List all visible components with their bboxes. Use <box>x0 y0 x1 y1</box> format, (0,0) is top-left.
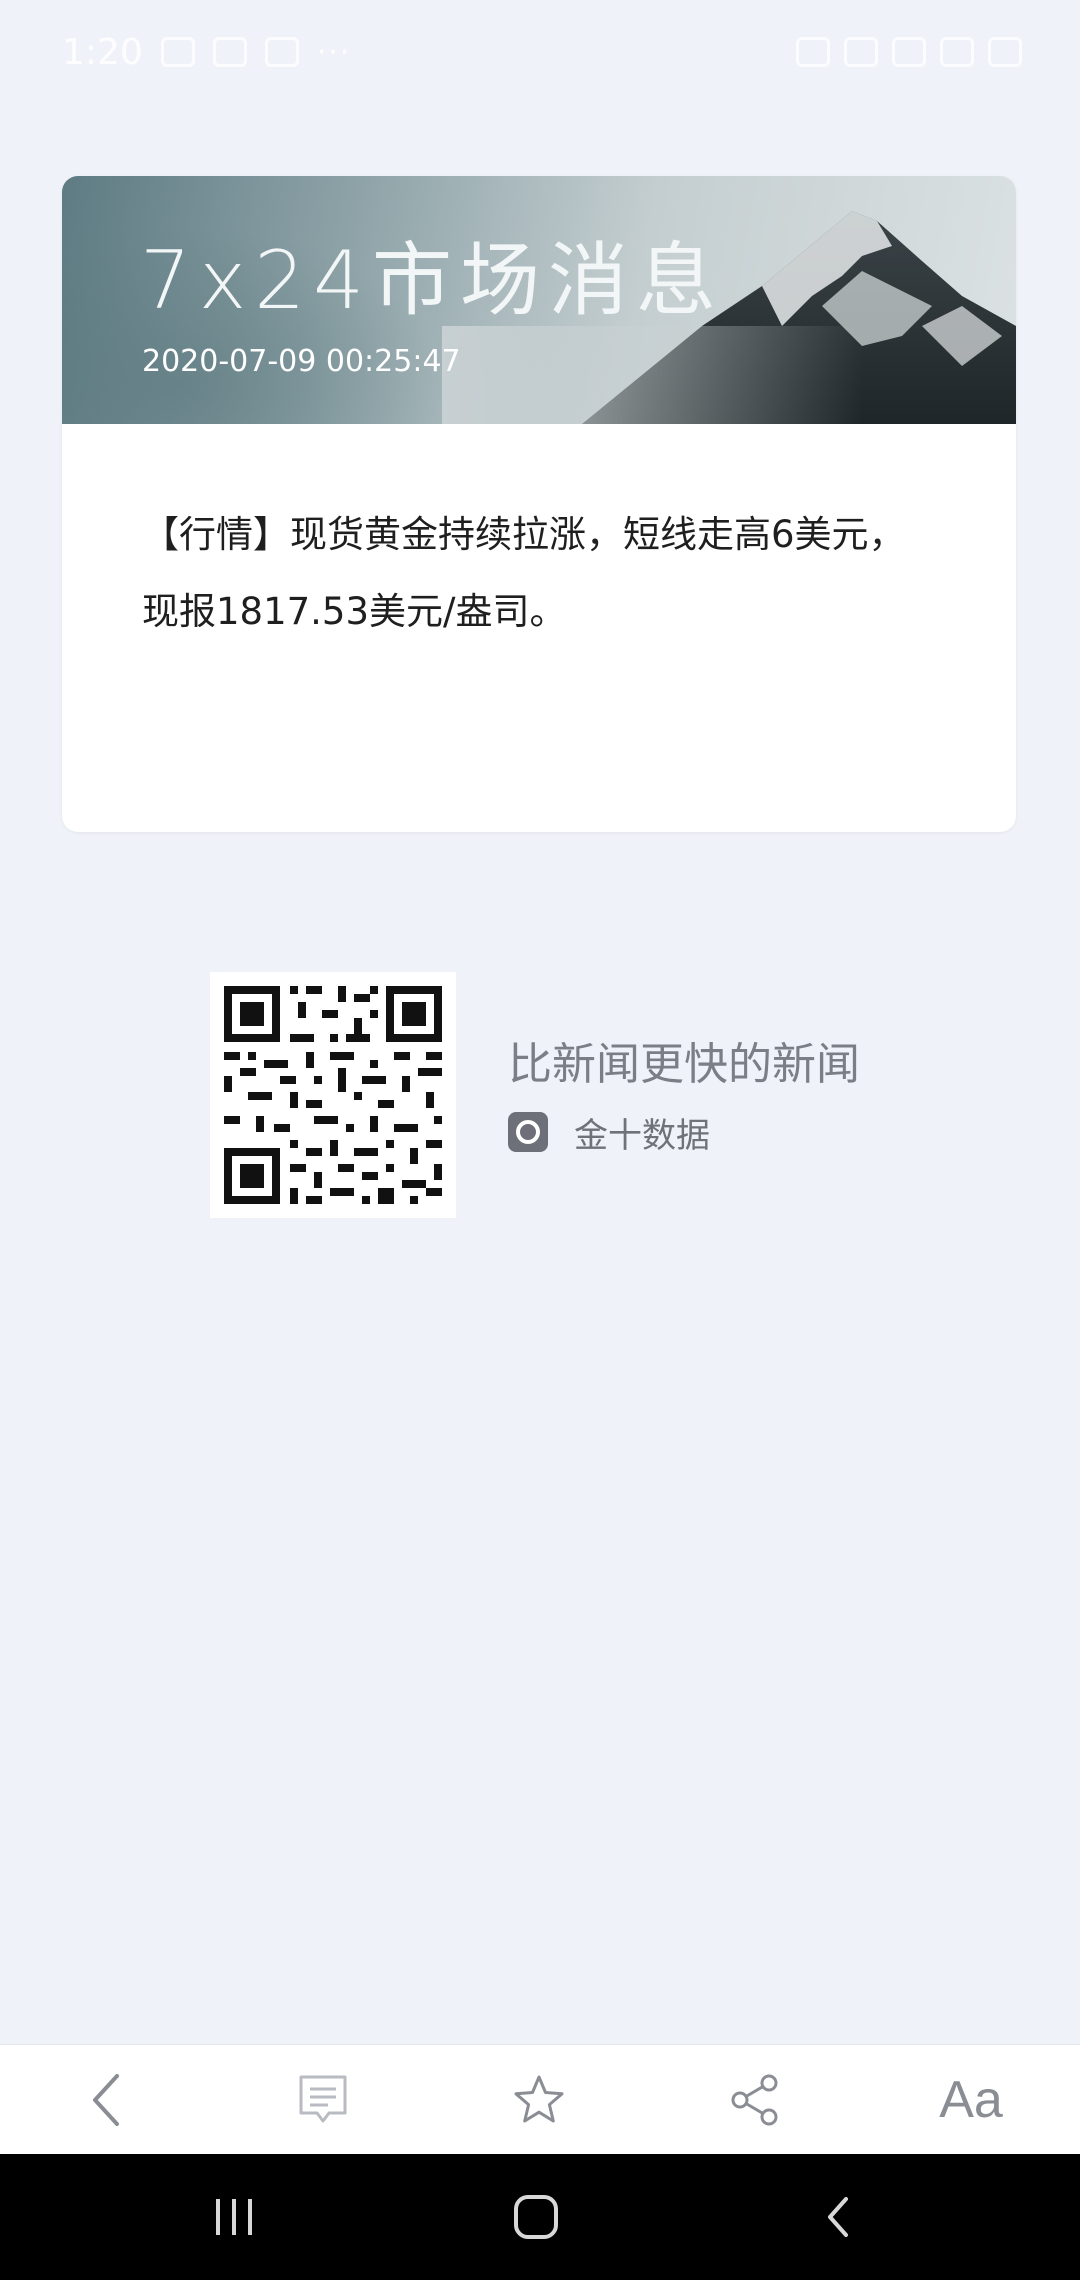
promo-block: 比新闻更快的新闻 金十数据 <box>210 972 910 1222</box>
back-button[interactable] <box>52 2045 162 2155</box>
more-notifications-icon: ··· <box>316 34 352 70</box>
banner-title: 7x24市场消息 <box>140 234 725 327</box>
wifi-icon <box>892 37 926 67</box>
alarm-icon <box>796 37 830 67</box>
back-icon <box>828 2197 848 2237</box>
qr-code <box>210 972 456 1218</box>
home-icon <box>514 2195 558 2239</box>
nav-back-button[interactable] <box>768 2154 908 2280</box>
status-bar: 1:20 ··· <box>0 0 1080 100</box>
system-nav-bar <box>0 2154 1080 2280</box>
status-time: 1:20 <box>62 31 143 73</box>
chevron-left-icon <box>93 2074 119 2126</box>
recents-icon <box>216 2199 252 2235</box>
promo-slogan: 比新闻更快的新闻 <box>508 1039 860 1090</box>
star-icon <box>514 2075 564 2123</box>
share-button[interactable] <box>700 2045 810 2155</box>
font-size-button[interactable]: Aa <box>916 2045 1026 2155</box>
news-card: 7x24市场消息 2020-07-09 00:25:47 【行情】现货黄金持续拉… <box>62 176 1016 832</box>
favorite-button[interactable] <box>484 2045 594 2155</box>
promo-brand: 金十数据 <box>508 1110 710 1156</box>
mute-icon <box>844 37 878 67</box>
comment-button[interactable] <box>268 2045 378 2155</box>
recents-button[interactable] <box>164 2154 304 2280</box>
signal-icon <box>940 37 974 67</box>
bottom-toolbar: Aa <box>0 2044 1080 2155</box>
qr-code-image <box>210 972 456 1218</box>
chat-notification-icon <box>160 37 195 67</box>
status-left: 1:20 ··· <box>62 26 351 78</box>
news-content: 【行情】现货黄金持续拉涨，短线走高6美元，现报1817.53美元/盎司。 <box>142 513 906 633</box>
home-button[interactable] <box>466 2154 606 2280</box>
brand-name: 金十数据 <box>574 1115 710 1156</box>
gallery-notification-icon <box>212 37 247 67</box>
status-right <box>796 30 1022 74</box>
battery-icon <box>988 37 1022 67</box>
font-size-label: Aa <box>939 2071 1003 2129</box>
jin10-logo-icon <box>508 1112 548 1152</box>
news-timestamp: 2020-07-09 00:25:47 <box>142 344 461 379</box>
banner-image: 7x24市场消息 2020-07-09 00:25:47 <box>62 176 1016 424</box>
twitter-notification-icon <box>264 37 299 67</box>
share-icon <box>731 2074 778 2126</box>
comment-icon <box>299 2075 347 2123</box>
